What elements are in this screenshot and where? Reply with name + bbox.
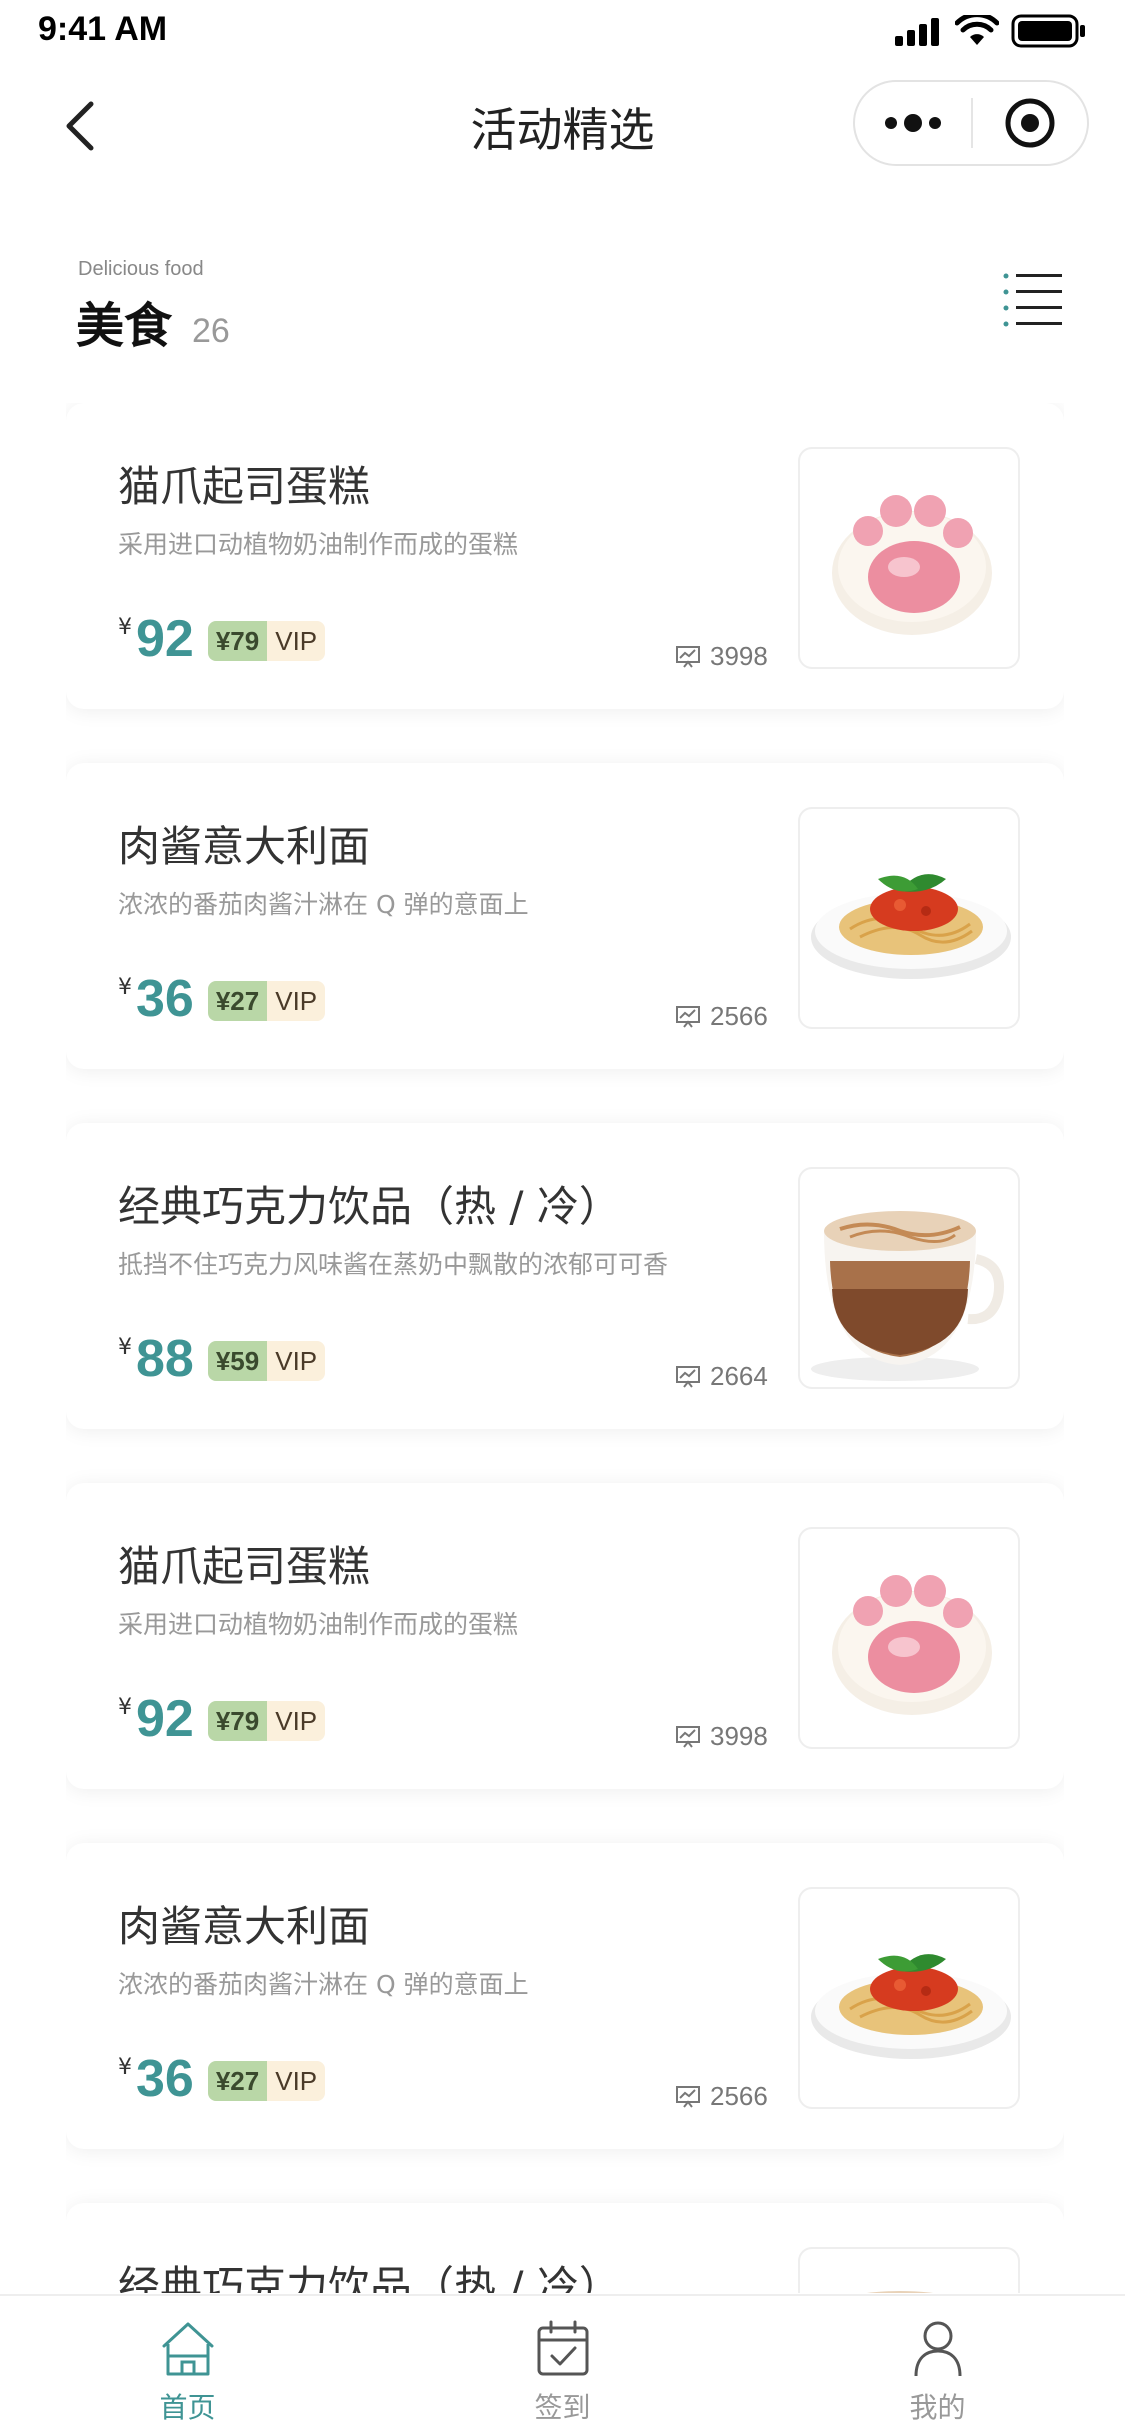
sales-value: 3998 [710,1721,768,1751]
product-title: 肉酱意大利面 [118,822,371,871]
currency-symbol: ¥ [118,1335,132,1360]
sales-chart-icon [676,645,700,668]
product-list: 猫爪起司蛋糕 采用进口动植物奶油制作而成的蛋糕 ¥ 92 ¥79 VIP 399… [66,403,1064,2293]
product-description: 抵挡不住巧克力风味酱在蒸奶中飘散的浓郁可可香 [118,1250,669,1279]
currency-symbol: ¥ [118,975,132,1000]
product-card[interactable]: 经典巧克力饮品（热 / 冷） 抵挡不住巧克力风味酱在蒸奶中飘散的浓郁可可香 ¥ … [66,1123,1064,1429]
product-card[interactable]: 猫爪起司蛋糕 采用进口动植物奶油制作而成的蛋糕 ¥ 92 ¥79 VIP 399… [66,403,1064,709]
vip-badge: ¥79 VIP [207,621,326,661]
price-row: ¥ 92 ¥79 VIP [118,610,326,668]
sales-value: 2566 [710,1001,768,1031]
sales-value: 2664 [710,1361,768,1391]
price-row: ¥ 36 ¥27 VIP [118,2050,326,2108]
product-title: 猫爪起司蛋糕 [118,1542,371,1591]
vip-price: ¥27 [207,2061,268,2101]
product-title: 经典巧克力饮品（热 / 冷） [118,2262,621,2293]
sales-value: 2566 [710,2081,768,2111]
more-dots-icon [885,114,941,132]
sales-value: 3998 [710,641,768,671]
sales-chart-icon [676,1005,700,1028]
paw-cake-image [798,1527,1020,1749]
vip-price: ¥27 [207,981,268,1021]
target-icon [1005,98,1055,148]
sales-chart-icon [676,2085,700,2108]
vip-price: ¥79 [207,1701,268,1741]
mini-program-capsule [853,80,1089,166]
tab-bar: 首页 签到 我的 [0,2294,1125,2436]
tab-label: 我的 [909,2391,966,2424]
sales-chart-icon [676,1725,700,1748]
vip-label: VIP [267,1701,326,1741]
sales-count: 3998 [676,641,768,672]
tab-label: 签到 [534,2391,591,2424]
vip-badge: ¥27 VIP [207,2061,326,2101]
product-title: 肉酱意大利面 [118,1902,371,1951]
vip-label: VIP [267,1341,326,1381]
user-icon [914,2321,961,2377]
calendar-check-icon [537,2320,588,2376]
paw-cake-image [798,447,1020,669]
battery-icon [1011,14,1085,48]
price-row: ¥ 92 ¥79 VIP [118,1690,326,1748]
product-card[interactable]: 肉酱意大利面 浓浓的番茄肉酱汁淋在 Q 弹的意面上 ¥ 36 ¥27 VIP 2… [66,1843,1064,2149]
section-count: 26 [192,312,230,350]
more-button[interactable] [855,82,971,164]
currency-symbol: ¥ [118,2055,132,2080]
price-row: ¥ 88 ¥59 VIP [118,1330,326,1388]
price-row: ¥ 36 ¥27 VIP [118,970,326,1028]
product-title: 经典巧克力饮品（热 / 冷） [118,1182,621,1231]
product-price: 36 [136,970,194,1028]
sales-chart-icon [676,1365,700,1388]
product-card[interactable]: 猫爪起司蛋糕 采用进口动植物奶油制作而成的蛋糕 ¥ 92 ¥79 VIP 399… [66,1483,1064,1789]
nav-bar: 活动精选 [0,64,1125,184]
sales-count: 2664 [676,1361,768,1392]
vip-price: ¥59 [207,1341,268,1381]
wifi-icon [955,15,999,45]
sales-count: 2566 [676,2081,768,2112]
chocolate-drink-image [798,2247,1020,2293]
section-header: 美食 26 [76,286,230,356]
vip-badge: ¥79 VIP [207,1701,326,1741]
spaghetti-image [798,1887,1020,2109]
vip-price: ¥79 [207,621,268,661]
tab-label: 首页 [159,2391,216,2424]
vip-badge: ¥59 VIP [207,1341,326,1381]
product-price: 88 [136,1330,194,1388]
spaghetti-image [798,807,1020,1029]
currency-symbol: ¥ [118,615,132,640]
currency-symbol: ¥ [118,1695,132,1720]
tab-profile[interactable]: 我的 [750,2296,1125,2436]
tab-home[interactable]: 首页 [0,2296,375,2436]
section-subtitle: Delicious food [78,258,204,280]
product-title: 猫爪起司蛋糕 [118,462,371,511]
product-description: 采用进口动植物奶油制作而成的蛋糕 [118,1610,519,1639]
sales-count: 2566 [676,1001,768,1032]
tab-checkin[interactable]: 签到 [375,2296,750,2436]
vip-label: VIP [267,2061,326,2101]
vip-label: VIP [267,621,326,661]
home-icon [162,2322,213,2376]
sales-count: 3998 [676,1721,768,1752]
vip-label: VIP [267,981,326,1021]
product-description: 采用进口动植物奶油制作而成的蛋糕 [118,530,519,559]
list-icon [1003,273,1062,327]
product-description: 浓浓的番茄肉酱汁淋在 Q 弹的意面上 [118,1970,529,1999]
signal-icon [895,18,939,46]
product-price: 36 [136,2050,194,2108]
status-time: 9:41 AM [38,10,168,48]
product-price: 92 [136,1690,194,1748]
chocolate-drink-image [798,1167,1020,1389]
list-view-toggle[interactable] [1000,270,1064,328]
product-card[interactable]: 肉酱意大利面 浓浓的番茄肉酱汁淋在 Q 弹的意面上 ¥ 36 ¥27 VIP 2… [66,763,1064,1069]
close-mini-program-button[interactable] [973,82,1087,164]
section-title: 美食 [76,298,173,354]
status-icons [893,14,1087,48]
product-description: 浓浓的番茄肉酱汁淋在 Q 弹的意面上 [118,890,529,919]
product-price: 92 [136,610,194,668]
vip-badge: ¥27 VIP [207,981,326,1021]
status-bar: 9:41 AM [0,0,1125,64]
product-card[interactable]: 经典巧克力饮品（热 / 冷） [66,2203,1064,2293]
